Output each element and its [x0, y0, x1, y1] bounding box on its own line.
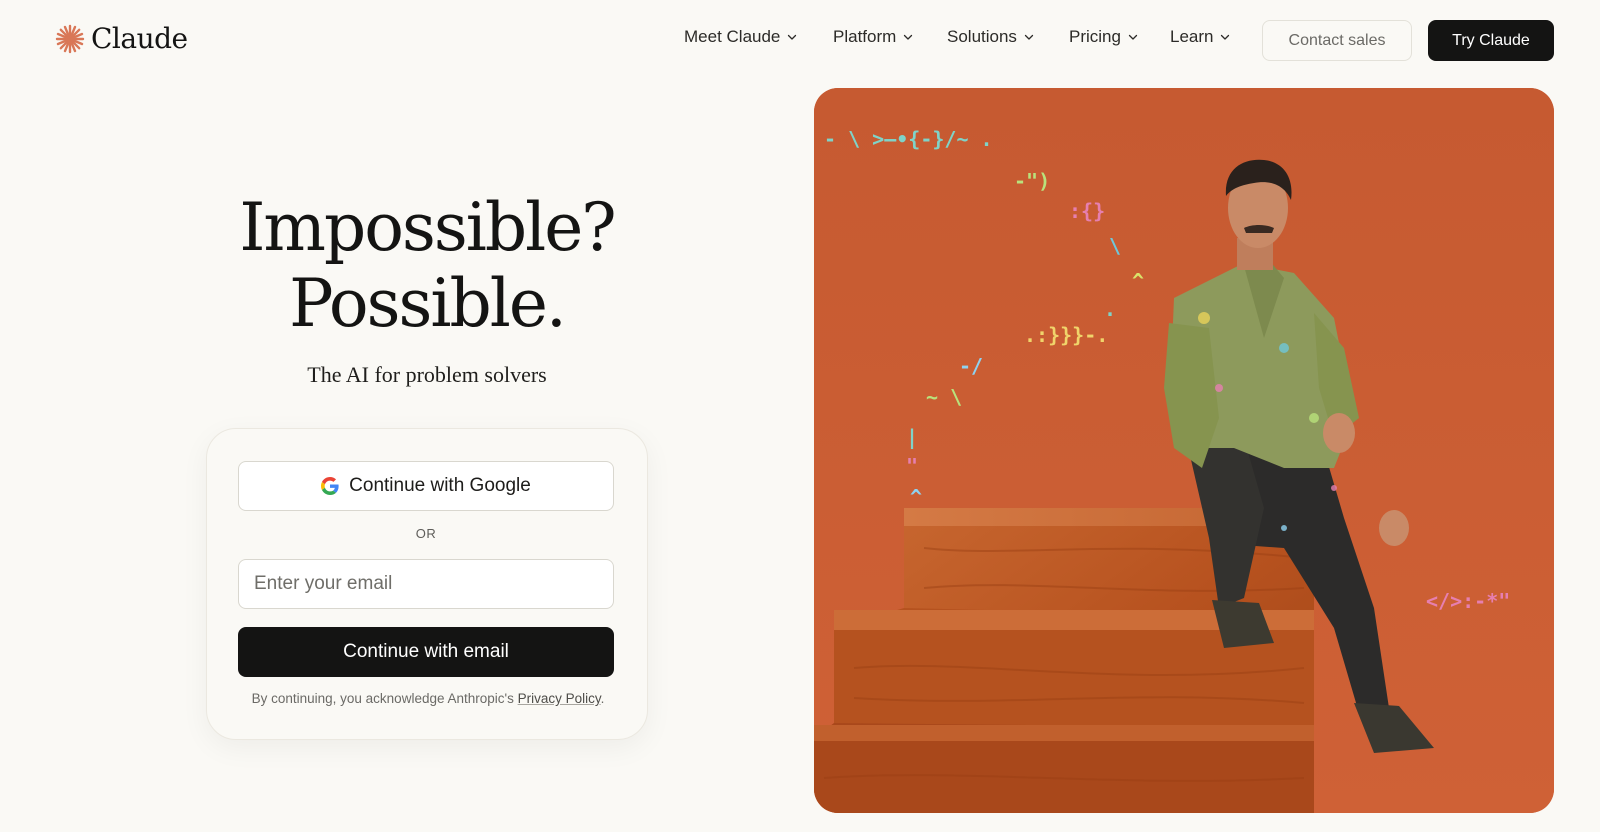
chevron-down-icon	[904, 34, 913, 40]
hero-title-line-1: Impossible?	[239, 189, 616, 266]
chevron-down-icon	[1128, 34, 1138, 40]
svg-text:~ \: ~ \	[926, 385, 962, 409]
chevron-down-icon	[788, 34, 797, 40]
privacy-notice-text: By continuing, you acknowledge Anthropic…	[251, 691, 514, 706]
continue-with-google-button[interactable]: Continue with Google	[238, 461, 614, 511]
nav-platform-label: Platform	[833, 27, 897, 46]
contact-sales-button[interactable]: Contact sales	[1262, 20, 1412, 61]
svg-text:": "	[906, 454, 918, 478]
hero-title-line-2: Possible.	[289, 265, 567, 342]
svg-text:^: ^	[1132, 269, 1144, 293]
try-claude-button[interactable]: Try Claude	[1428, 20, 1554, 61]
person-on-steps-illustration: - \ >—•{-}/~ . -") :{} \ ^ . .:}}}-. -/ …	[814, 88, 1554, 813]
nav-platform[interactable]: Platform	[833, 27, 914, 47]
site-header: Claude Meet Claude Platform Solutions Pr…	[0, 0, 1600, 80]
nav-pricing[interactable]: Pricing	[1069, 27, 1139, 47]
nav-meet-claude-label: Meet Claude	[684, 27, 781, 46]
svg-text:|: |	[906, 425, 918, 449]
nav-solutions-label: Solutions	[947, 27, 1017, 46]
or-separator: OR	[415, 526, 437, 541]
svg-text:\: \	[1109, 234, 1121, 258]
chevron-down-icon	[1221, 34, 1230, 40]
nav-learn-label: Learn	[1170, 27, 1214, 46]
nav-learn[interactable]: Learn	[1170, 27, 1231, 47]
svg-text:- \ >—•{-}/~ .: - \ >—•{-}/~ .	[824, 127, 993, 151]
svg-text:^: ^	[910, 485, 922, 509]
svg-text:.: .	[1104, 297, 1116, 321]
privacy-policy-link[interactable]: Privacy Policy	[518, 691, 601, 706]
privacy-notice: By continuing, you acknowledge Anthropic…	[238, 691, 618, 706]
continue-with-email-label: Continue with email	[343, 641, 509, 662]
svg-text:-"): -")	[1014, 169, 1050, 193]
continue-with-email-button[interactable]: Continue with email	[238, 627, 614, 677]
hero-subtitle: The AI for problem solvers	[307, 362, 547, 387]
svg-text::{}: :{}	[1069, 199, 1105, 223]
hero-photo: - \ >—•{-}/~ . -") :{} \ ^ . .:}}}-. -/ …	[814, 88, 1554, 813]
signin-card: Continue with Google OR Continue with em…	[206, 428, 648, 740]
email-input[interactable]	[238, 559, 614, 609]
nav-meet-claude[interactable]: Meet Claude	[684, 27, 798, 47]
continue-with-google-label: Continue with Google	[349, 475, 531, 496]
svg-text:.:}}}-.: .:}}}-.	[1024, 323, 1108, 347]
svg-text:-/: -/	[959, 354, 983, 378]
privacy-notice-suffix: .	[600, 691, 605, 706]
google-g-icon	[321, 477, 339, 495]
nav-pricing-label: Pricing	[1069, 27, 1121, 46]
svg-text:</>:-*": </>:-*"	[1426, 589, 1510, 613]
nav-solutions[interactable]: Solutions	[947, 27, 1035, 47]
hero-title: Impossible? Possible.	[170, 190, 684, 342]
chevron-down-icon	[1024, 34, 1034, 40]
